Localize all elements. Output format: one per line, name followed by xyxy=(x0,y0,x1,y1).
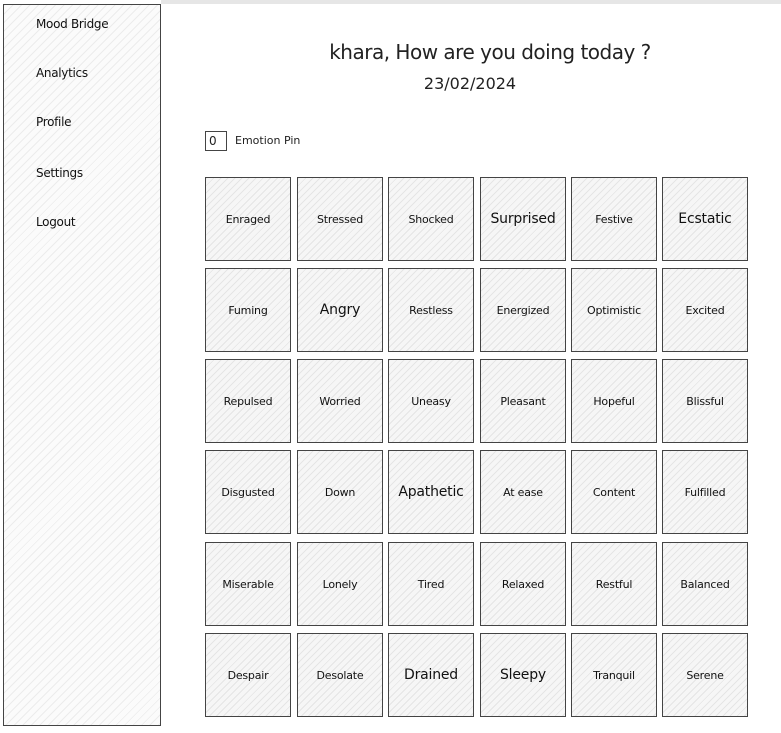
emotion-cell[interactable]: Despair xyxy=(205,633,291,717)
emotion-cell[interactable]: Relaxed xyxy=(480,542,566,626)
emotion-cell[interactable]: Apathetic xyxy=(388,450,474,534)
emotion-cell[interactable]: Miserable xyxy=(205,542,291,626)
emotion-cell[interactable]: Serene xyxy=(662,633,748,717)
brand-logo-link[interactable]: Mood Bridge xyxy=(36,17,109,31)
emotion-cell[interactable]: Excited xyxy=(662,268,748,352)
emotion-cell[interactable]: Worried xyxy=(297,359,383,443)
emotion-cell[interactable]: Fuming xyxy=(205,268,291,352)
emotion-cell[interactable]: Surprised xyxy=(480,177,566,261)
sidebar: Mood Bridge Analytics Profile Settings L… xyxy=(3,4,161,726)
emotion-cell[interactable]: Optimistic xyxy=(571,268,657,352)
page-title: khara, How are you doing today ? xyxy=(329,40,651,64)
sidebar-item-settings[interactable]: Settings xyxy=(36,166,83,180)
emotion-cell[interactable]: Fulfilled xyxy=(662,450,748,534)
emotion-cell[interactable]: Lonely xyxy=(297,542,383,626)
current-date: 23/02/2024 xyxy=(423,74,517,93)
emotion-cell[interactable]: Angry xyxy=(297,268,383,352)
emotion-cell[interactable]: Repulsed xyxy=(205,359,291,443)
emotion-cell[interactable]: Desolate xyxy=(297,633,383,717)
emotion-grid: Enraged Stressed Shocked Surprised Festi… xyxy=(205,177,750,720)
emotion-cell[interactable]: Down xyxy=(297,450,383,534)
emotion-pin-input[interactable]: 0 xyxy=(205,131,227,151)
emotion-cell[interactable]: Disgusted xyxy=(205,450,291,534)
emotion-cell[interactable]: Tranquil xyxy=(571,633,657,717)
emotion-cell[interactable]: Stressed xyxy=(297,177,383,261)
emotion-cell[interactable]: Festive xyxy=(571,177,657,261)
emotion-cell[interactable]: Restful xyxy=(571,542,657,626)
emotion-cell[interactable]: Tired xyxy=(388,542,474,626)
emotion-cell[interactable]: Enraged xyxy=(205,177,291,261)
emotion-cell[interactable]: Pleasant xyxy=(480,359,566,443)
emotion-cell[interactable]: Content xyxy=(571,450,657,534)
emotion-cell[interactable]: Energized xyxy=(480,268,566,352)
emotion-cell[interactable]: Blissful xyxy=(662,359,748,443)
emotion-cell[interactable]: Uneasy xyxy=(388,359,474,443)
emotion-cell[interactable]: Shocked xyxy=(388,177,474,261)
sidebar-item-analytics[interactable]: Analytics xyxy=(36,66,88,80)
top-edge xyxy=(161,0,781,4)
app-window: Mood Bridge Analytics Profile Settings L… xyxy=(0,0,781,733)
emotion-cell[interactable]: Restless xyxy=(388,268,474,352)
sidebar-item-logout[interactable]: Logout xyxy=(36,215,76,229)
emotion-cell[interactable]: At ease xyxy=(480,450,566,534)
emotion-pin-label: Emotion Pin xyxy=(235,134,301,147)
emotion-cell[interactable]: Balanced xyxy=(662,542,748,626)
emotion-cell[interactable]: Sleepy xyxy=(480,633,566,717)
sidebar-item-profile[interactable]: Profile xyxy=(36,115,72,129)
emotion-cell[interactable]: Drained xyxy=(388,633,474,717)
emotion-cell[interactable]: Ecstatic xyxy=(662,177,748,261)
emotion-cell[interactable]: Hopeful xyxy=(571,359,657,443)
